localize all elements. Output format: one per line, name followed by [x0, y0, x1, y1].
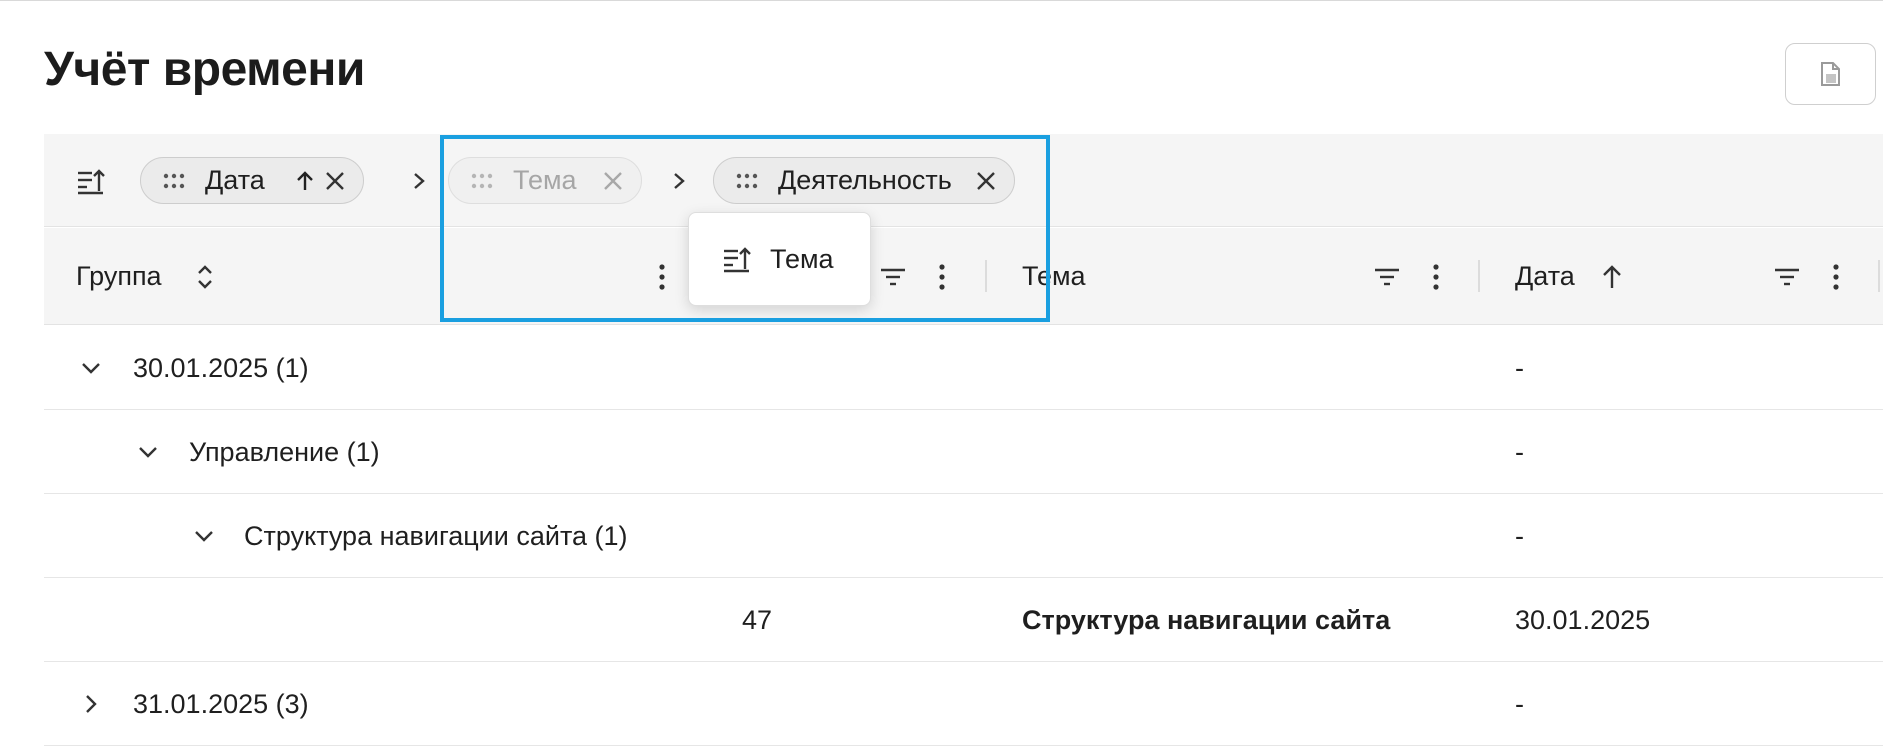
column-header-topic[interactable]: Тема	[1022, 228, 1086, 325]
drag-handle-icon[interactable]	[736, 173, 758, 189]
table-row[interactable]: Структура навигации сайта (1) -	[44, 494, 1883, 578]
close-icon[interactable]	[601, 169, 625, 193]
date-cell: -	[1515, 520, 1524, 551]
more-vertical-icon[interactable]	[647, 262, 677, 292]
group-cell: 30.01.2025 (1)	[133, 352, 309, 383]
chevron-right-icon	[674, 173, 685, 189]
filter-icon[interactable]	[878, 262, 908, 292]
date-cell: 30.01.2025	[1515, 604, 1651, 635]
drag-handle-icon[interactable]	[163, 173, 185, 189]
chip-label: Деятельность	[778, 165, 952, 195]
table-row[interactable]: Управление (1) -	[44, 410, 1883, 494]
close-icon[interactable]	[323, 169, 347, 193]
chip-label: Дата	[205, 165, 265, 195]
group-by-icon	[724, 247, 751, 273]
group-cell: 31.01.2025 (3)	[133, 688, 309, 719]
sort-ascending-icon[interactable]	[1597, 262, 1627, 292]
page-title: Учёт времени	[44, 43, 365, 96]
table-header: Группа Тема Дата	[44, 228, 1883, 325]
number-cell: 47	[742, 604, 773, 635]
table-row[interactable]: 31.01.2025 (3) -	[44, 662, 1883, 746]
drag-handle-icon[interactable]	[471, 173, 493, 189]
chevron-down-icon[interactable]	[190, 522, 218, 550]
topic-link[interactable]: Структура навигации сайта	[1022, 578, 1390, 662]
group-chip-activity[interactable]: Деятельность	[713, 157, 1015, 204]
sort-unsorted-icon[interactable]	[190, 262, 220, 292]
drag-preview[interactable]: Тема	[688, 212, 871, 306]
chevron-right-icon	[414, 173, 425, 189]
date-cell: -	[1515, 436, 1524, 467]
group-chip-date[interactable]: Дата	[140, 157, 364, 204]
chip-label: Тема	[513, 165, 577, 195]
group-chip-topic[interactable]: Тема	[448, 157, 642, 204]
chevron-right-icon[interactable]	[77, 690, 105, 718]
more-vertical-icon[interactable]	[1421, 262, 1451, 292]
copy-icon	[1820, 62, 1840, 86]
more-vertical-icon[interactable]	[1821, 262, 1851, 292]
filter-icon[interactable]	[1772, 262, 1802, 292]
group-cell: Структура навигации сайта (1)	[244, 520, 628, 551]
filter-icon[interactable]	[1372, 262, 1402, 292]
grouping-bar: Дата Тема Деятельность	[44, 134, 1883, 227]
close-icon[interactable]	[974, 169, 998, 193]
group-cell: Управление (1)	[189, 436, 380, 467]
sort-ascending-icon[interactable]	[293, 169, 317, 193]
top-divider	[0, 0, 1883, 1]
table-row[interactable]: 30.01.2025 (1) -	[44, 326, 1883, 410]
chevron-down-icon[interactable]	[77, 354, 105, 382]
group-by-icon[interactable]	[76, 167, 106, 195]
column-header-date[interactable]: Дата	[1515, 228, 1575, 325]
more-vertical-icon[interactable]	[927, 262, 957, 292]
column-resizer[interactable]	[1478, 260, 1480, 292]
chevron-down-icon[interactable]	[134, 438, 162, 466]
column-header-group[interactable]: Группа	[76, 228, 162, 325]
table-row[interactable]: 47 Структура навигации сайта 30.01.2025	[44, 578, 1883, 662]
date-cell: -	[1515, 352, 1524, 383]
copy-button[interactable]	[1785, 43, 1876, 105]
drag-preview-label: Тема	[770, 243, 834, 274]
column-resizer[interactable]	[985, 260, 987, 292]
column-resizer[interactable]	[1878, 260, 1880, 292]
date-cell: -	[1515, 688, 1524, 719]
